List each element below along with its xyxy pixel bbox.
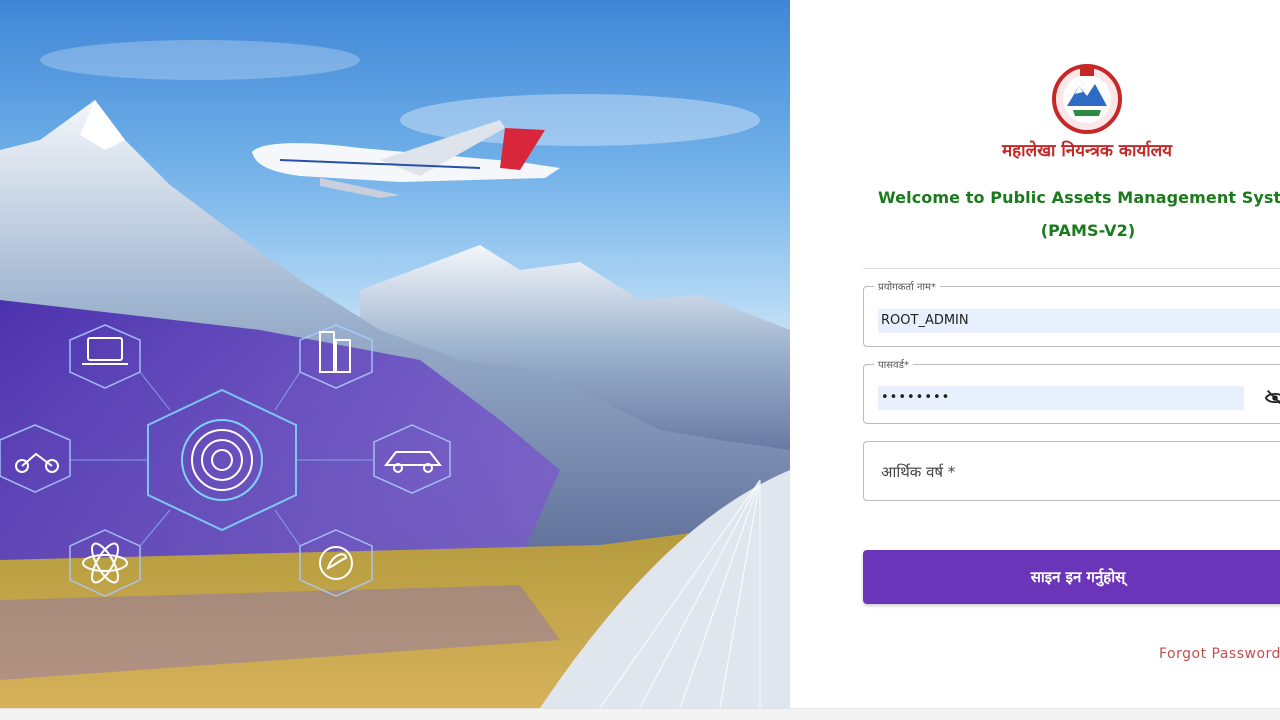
system-version: (PAMS-V2) bbox=[1040, 221, 1136, 240]
fiscal-year-select[interactable]: आर्थिक वर्ष * bbox=[863, 441, 1280, 501]
hero-illustration bbox=[0, 40, 790, 708]
sign-in-button[interactable]: साइन इन गर्नुहोस् bbox=[863, 550, 1280, 604]
username-field[interactable]: प्रयोगकर्ता नाम* bbox=[863, 279, 1280, 347]
fiscal-year-placeholder: आर्थिक वर्ष * bbox=[881, 463, 956, 481]
password-label: पासवर्ड* bbox=[878, 360, 909, 371]
bottom-status-strip bbox=[0, 708, 1280, 720]
airplane-graphic bbox=[252, 120, 560, 198]
login-panel: महालेखा नियन्त्रक कार्यालय Welcome to Pu… bbox=[790, 0, 1280, 708]
header-divider bbox=[863, 268, 1280, 269]
username-label: प्रयोगकर्ता नाम* bbox=[878, 282, 936, 293]
forgot-password-link[interactable]: Forgot Password bbox=[1159, 646, 1280, 662]
password-field[interactable]: पासवर्ड* •••••••• bbox=[863, 357, 1280, 424]
nepal-emblem-logo bbox=[1052, 64, 1122, 134]
office-name: महालेखा नियन्त्रक कार्यालय bbox=[1001, 141, 1173, 161]
toggle-visibility-eye-slash-icon[interactable] bbox=[1264, 387, 1280, 409]
username-input[interactable] bbox=[878, 309, 1280, 333]
hero-banner bbox=[0, 0, 790, 708]
welcome-title: Welcome to Public Assets Management Syst… bbox=[878, 188, 1280, 207]
password-input[interactable]: •••••••• bbox=[878, 386, 1244, 410]
welcome-heading: Welcome to Public Assets Management Syst… bbox=[878, 188, 1280, 240]
